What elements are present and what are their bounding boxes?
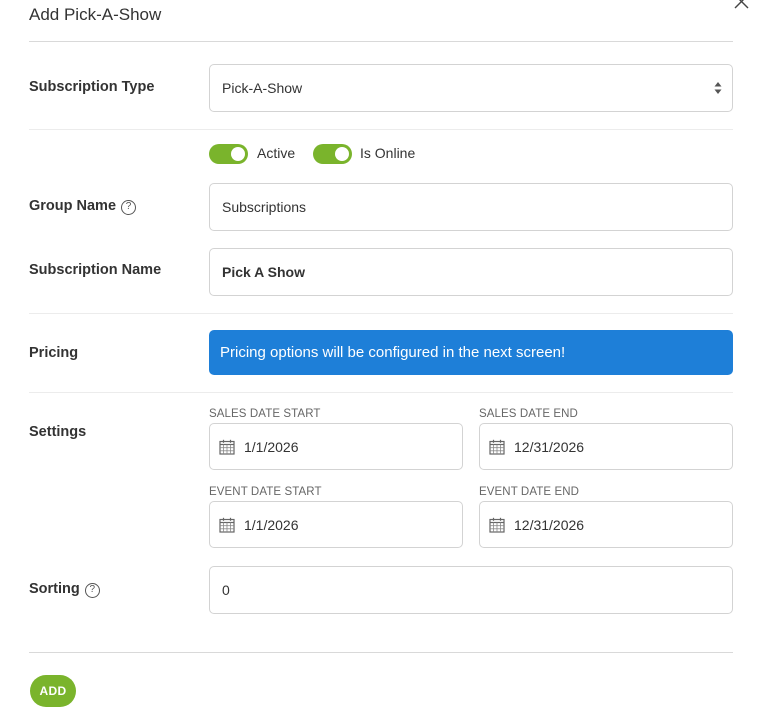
- subscription-type-label: Subscription Type: [29, 79, 155, 95]
- sales-date-end-label: SALES DATE END: [479, 408, 578, 420]
- online-toggle-label: Is Online: [360, 145, 416, 161]
- event-date-start-label: EVENT DATE START: [209, 486, 322, 498]
- subscription-name-input[interactable]: Pick A Show: [209, 248, 733, 296]
- event-date-end-label: EVENT DATE END: [479, 486, 580, 498]
- sales-date-start-value: 1/1/2026: [244, 438, 299, 455]
- dialog-title: Add Pick-A-Show: [29, 5, 162, 24]
- help-icon[interactable]: ?: [121, 200, 137, 215]
- footer-divider: [29, 652, 733, 653]
- section-divider: [29, 313, 733, 314]
- sorting-label-text: Sorting: [29, 581, 80, 597]
- subscription-type-select[interactable]: Pick-A-Show: [209, 64, 733, 112]
- toggle-knob: [231, 147, 245, 161]
- group-name-label: Group Name?: [29, 198, 137, 215]
- help-icon[interactable]: ?: [84, 583, 100, 598]
- pricing-label: Pricing: [29, 345, 79, 361]
- group-name-input[interactable]: Subscriptions: [209, 183, 733, 231]
- event-date-end-value: 12/31/2026: [514, 516, 585, 533]
- settings-label: Settings: [29, 424, 87, 440]
- sales-date-end-value: 12/31/2026: [514, 438, 585, 455]
- sales-date-start-input[interactable]: 1/1/2026: [209, 423, 463, 470]
- pricing-info-banner: Pricing options will be configured in th…: [209, 330, 733, 375]
- sorting-label: Sorting?: [29, 581, 100, 598]
- sales-date-start-label: SALES DATE START: [209, 408, 321, 420]
- header-divider: [29, 41, 733, 42]
- event-date-start-value: 1/1/2026: [244, 516, 299, 533]
- group-name-label-text: Group Name: [29, 198, 117, 214]
- event-date-end-input[interactable]: 12/31/2026: [479, 501, 733, 548]
- select-arrows-icon: [714, 82, 722, 94]
- section-divider: [29, 129, 733, 130]
- sorting-value: 0: [222, 582, 230, 598]
- calendar-icon: [489, 439, 505, 455]
- active-toggle-label: Active: [257, 145, 296, 161]
- pricing-info-text: Pricing options will be configured in th…: [220, 344, 566, 361]
- online-toggle[interactable]: [313, 144, 352, 164]
- active-toggle[interactable]: [209, 144, 248, 164]
- calendar-icon: [219, 517, 235, 533]
- group-name-value: Subscriptions: [222, 199, 307, 215]
- close-icon[interactable]: [734, 0, 750, 10]
- subscription-type-value: Pick-A-Show: [222, 80, 303, 96]
- sales-date-end-input[interactable]: 12/31/2026: [479, 423, 733, 470]
- sorting-input[interactable]: 0: [209, 566, 733, 614]
- calendar-icon: [489, 517, 505, 533]
- event-date-start-input[interactable]: 1/1/2026: [209, 501, 463, 548]
- add-button[interactable]: ADD: [30, 675, 76, 707]
- toggle-knob: [335, 147, 349, 161]
- subscription-name-value: Pick A Show: [222, 264, 305, 280]
- calendar-icon: [219, 439, 235, 455]
- subscription-name-label: Subscription Name: [29, 262, 162, 278]
- section-divider: [29, 392, 733, 393]
